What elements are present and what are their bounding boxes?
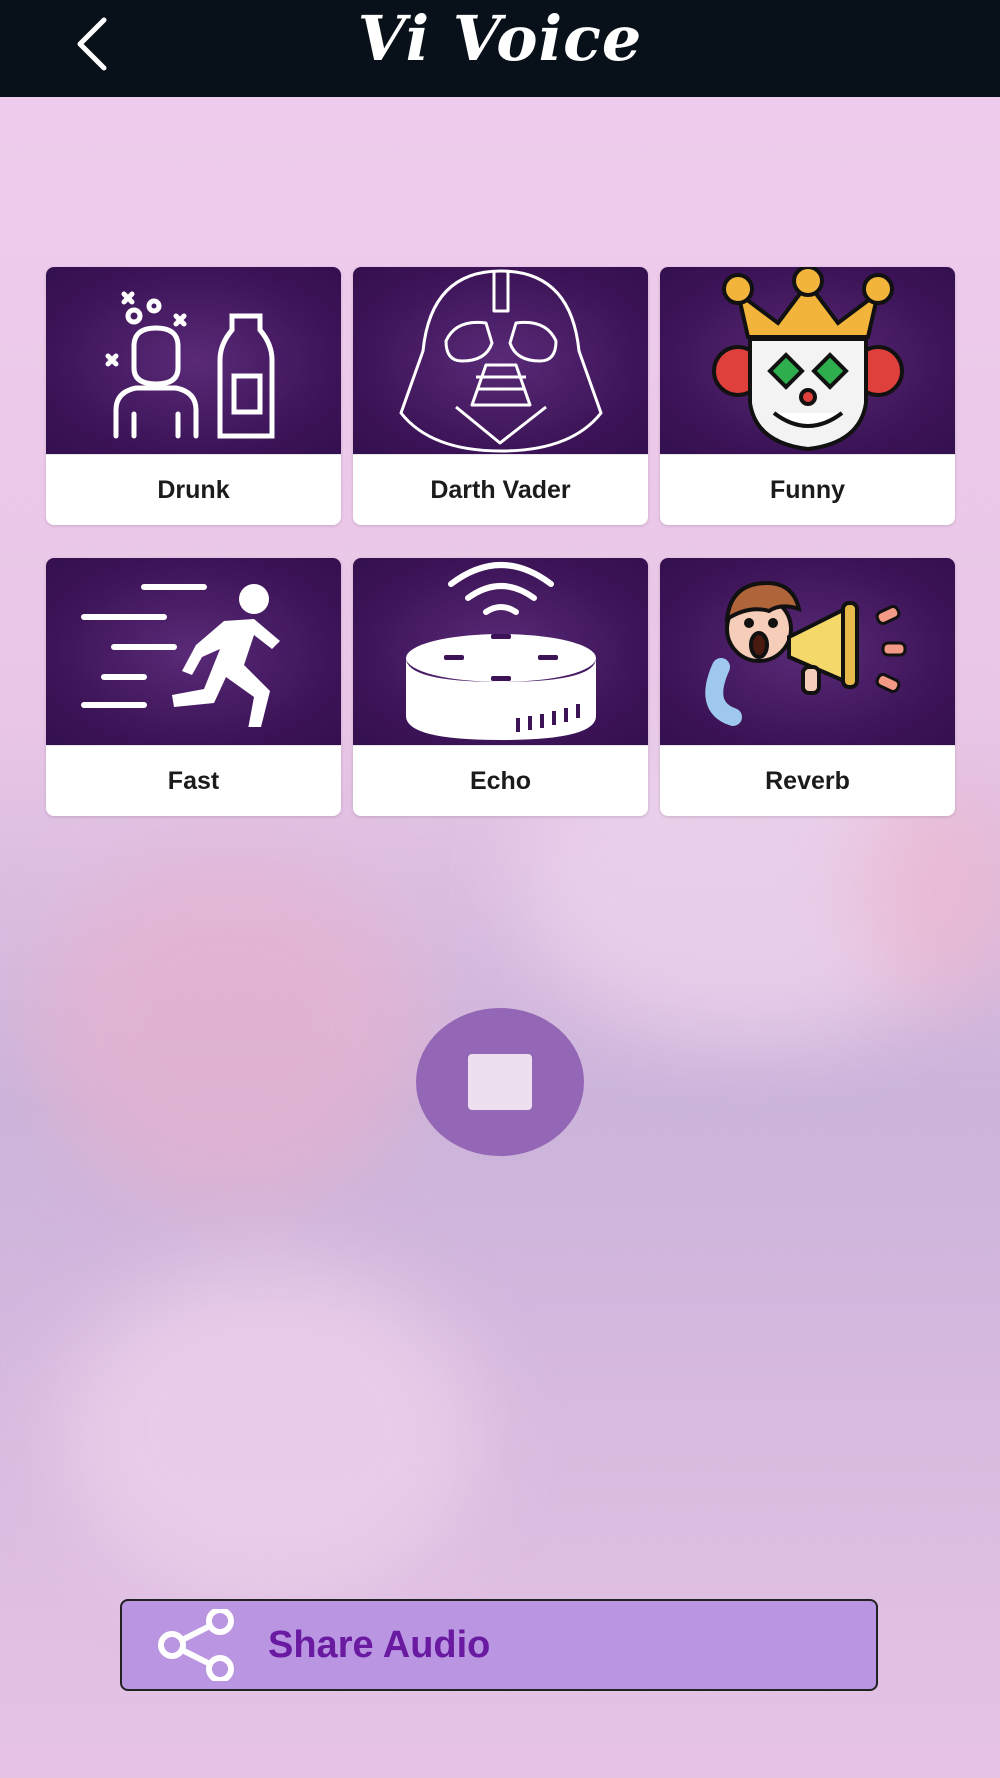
effect-label: Echo [353,745,648,816]
effect-label: Fast [46,745,341,816]
share-audio-button[interactable]: Share Audio [120,1599,878,1691]
share-audio-label: Share Audio [268,1623,491,1666]
effect-card-drunk[interactable]: Drunk [46,267,341,525]
stop-button[interactable] [416,1008,584,1156]
effect-art [46,558,341,745]
effects-grid: Drunk Darth Vader Funny Fast Echo Reverb [46,267,956,816]
clown-face-icon [711,267,904,452]
effect-art [353,558,648,745]
effect-art [660,558,955,745]
effect-art [660,267,955,454]
bg-blob [60,1260,480,1600]
effect-card-fast[interactable]: Fast [46,558,341,816]
running-man-icon [80,583,280,727]
stop-icon [468,1054,532,1110]
effect-card-funny[interactable]: Funny [660,267,955,525]
effect-card-darth-vader[interactable]: Darth Vader [353,267,648,525]
megaphone-man-icon [704,580,906,726]
smart-speaker-icon [405,562,596,740]
share-icon [158,1609,234,1681]
effect-card-reverb[interactable]: Reverb [660,558,955,816]
effect-label: Drunk [46,454,341,525]
effect-art [353,267,648,454]
effect-card-echo[interactable]: Echo [353,558,648,816]
effect-label: Reverb [660,745,955,816]
app-title: Vi Voice [357,2,643,75]
effect-label: Funny [660,454,955,525]
effect-art [46,267,341,454]
top-bar: Vi Voice [0,0,1000,97]
darth-vader-helmet-icon [399,269,602,453]
effect-label: Darth Vader [353,454,648,525]
bg-blob [40,860,420,1200]
drunk-person-bottle-icon [105,291,274,438]
